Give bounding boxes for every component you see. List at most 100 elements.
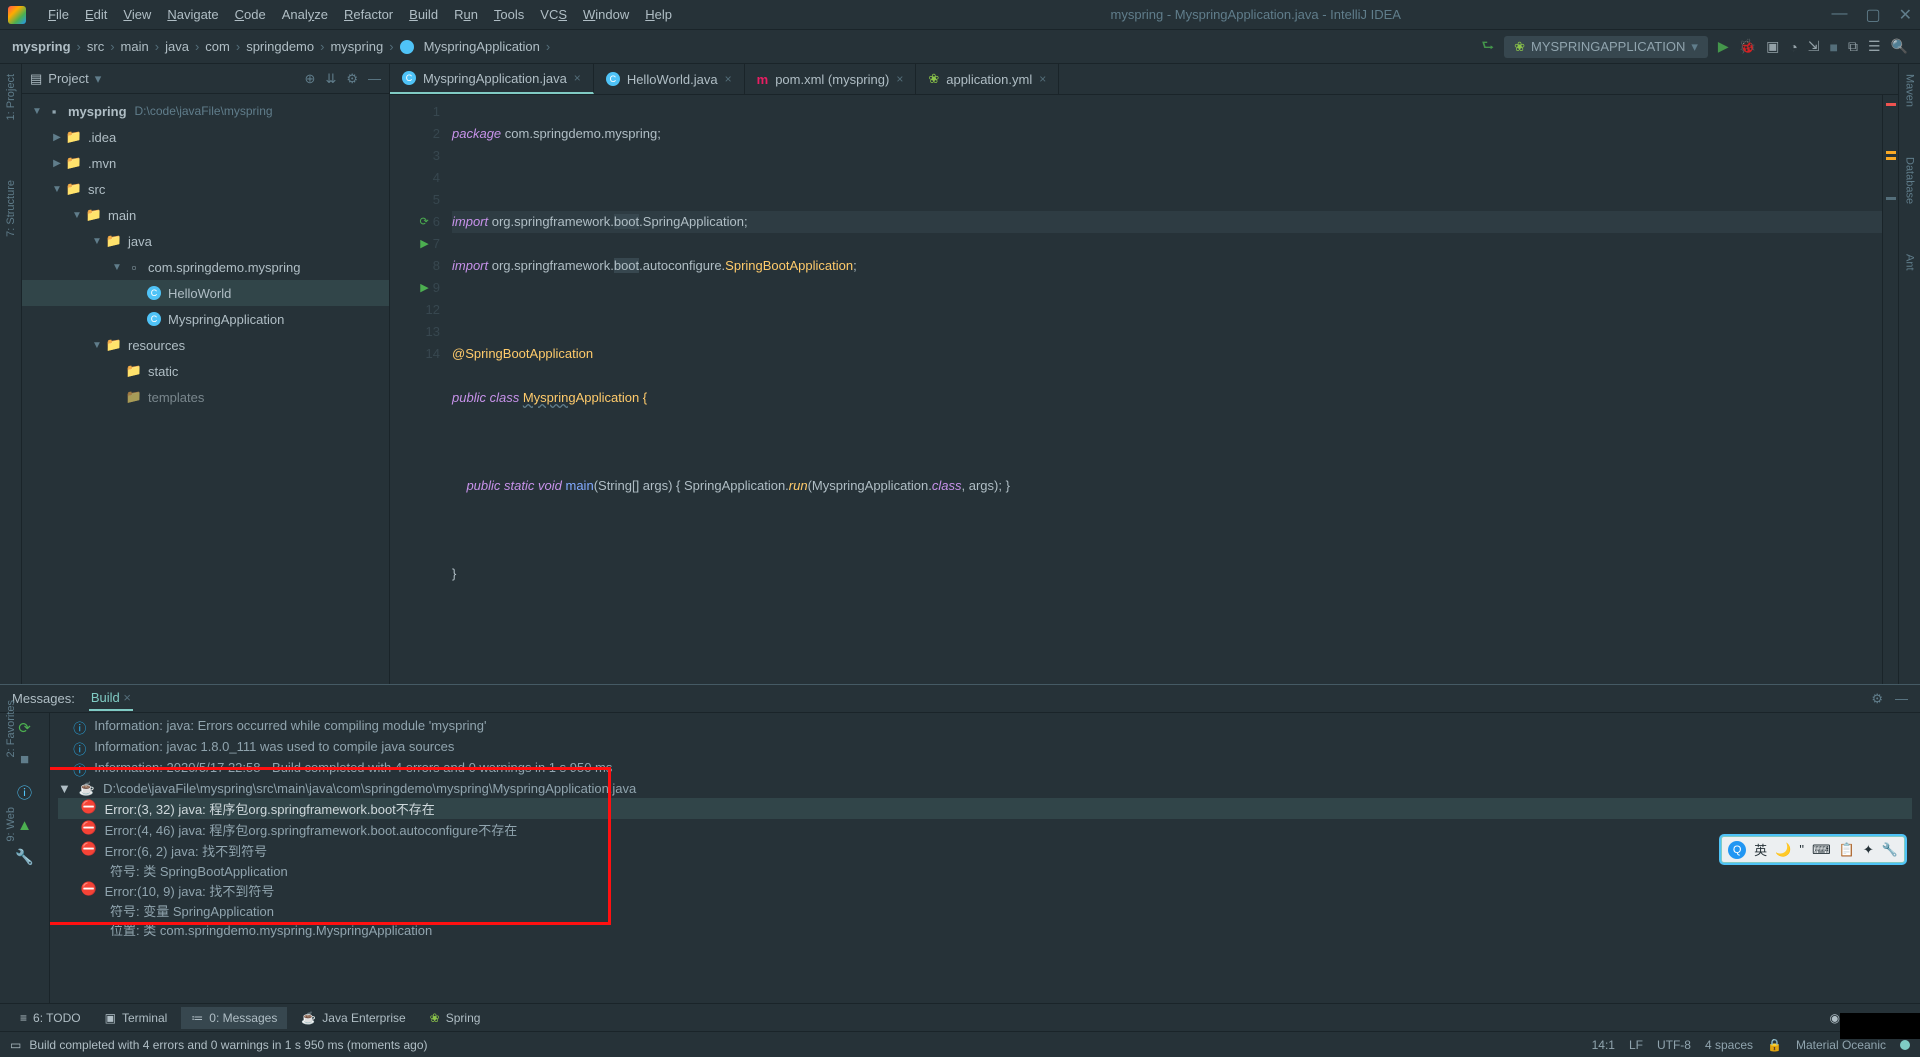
rail-maven[interactable]: Maven: [1904, 74, 1916, 107]
class-icon: C: [606, 72, 620, 86]
project-view-select[interactable]: ▤ Project ▾: [30, 71, 101, 87]
menu-file[interactable]: File: [40, 3, 77, 26]
messages-tab-build[interactable]: Build ×: [89, 686, 133, 711]
run-icon[interactable]: ▶: [1718, 38, 1729, 55]
tree-main[interactable]: ▼📁 main: [22, 202, 389, 228]
minimize-panel-icon[interactable]: —: [1895, 691, 1908, 707]
tree-helloworld[interactable]: C HelloWorld: [22, 280, 389, 306]
menu-analyze[interactable]: Analyze: [274, 3, 336, 26]
ime-punct-icon[interactable]: ": [1799, 842, 1804, 857]
tree-idea[interactable]: ▶📁 .idea: [22, 124, 389, 150]
ime-moon-icon[interactable]: 🌙: [1775, 842, 1791, 858]
menu-refactor[interactable]: Refactor: [336, 3, 401, 26]
menu-help[interactable]: Help: [637, 3, 680, 26]
structure-icon[interactable]: ☰: [1868, 38, 1881, 55]
indent-size[interactable]: 4 spaces: [1705, 1038, 1753, 1052]
status-panel-icon[interactable]: ▭: [10, 1038, 21, 1052]
coverage-icon[interactable]: ▣: [1766, 38, 1779, 55]
code-editor[interactable]: 1 2 3 4 5 ⟳6 ▶7 8 ▶9 12 13 14 package co…: [390, 95, 1898, 684]
rail-ant[interactable]: Ant: [1904, 254, 1916, 271]
bottom-java-enterprise[interactable]: ☕ Java Enterprise: [291, 1007, 415, 1029]
rail-structure[interactable]: 7: Structure: [5, 180, 17, 237]
tree-java[interactable]: ▼📁 java: [22, 228, 389, 254]
tree-resources[interactable]: ▼📁 resources: [22, 332, 389, 358]
bottom-messages[interactable]: ≔ 0: Messages: [181, 1007, 287, 1029]
close-icon[interactable]: ✕: [1899, 5, 1912, 25]
git-icon[interactable]: ⧉: [1848, 38, 1858, 55]
debug-icon[interactable]: 🐞: [1739, 38, 1756, 55]
navbar: myspring› src› main› java› com› springde…: [0, 30, 1920, 64]
bottom-spring[interactable]: ❀ Spring: [420, 1007, 491, 1029]
run-config-select[interactable]: ❀ MYSPRINGAPPLICATION ▾: [1504, 36, 1708, 58]
tree-appclass[interactable]: C MyspringApplication: [22, 306, 389, 332]
build-icon[interactable]: ⮑: [1481, 35, 1494, 59]
code-content[interactable]: package com.springdemo.myspring; import …: [448, 95, 1882, 684]
gear-icon[interactable]: ⚙: [1871, 691, 1883, 707]
tab-close-icon[interactable]: ×: [896, 72, 903, 86]
tree-templates[interactable]: 📁 templates: [22, 384, 389, 410]
tool-icon[interactable]: 🔧: [15, 848, 34, 866]
bc-src[interactable]: src: [87, 39, 104, 54]
bc-pkg[interactable]: myspring: [330, 39, 383, 54]
tree-mvn[interactable]: ▶📁 .mvn: [22, 150, 389, 176]
run-gutter-icon[interactable]: ▶: [420, 277, 428, 299]
rail-database[interactable]: Database: [1904, 157, 1916, 204]
ime-skin-icon[interactable]: ✦: [1863, 842, 1874, 858]
run-gutter-icon[interactable]: ⟳: [420, 211, 429, 233]
rail-web[interactable]: 9: Web: [5, 807, 17, 842]
menu-edit[interactable]: Edit: [77, 3, 115, 26]
ime-language[interactable]: 英: [1754, 840, 1767, 859]
stop-icon[interactable]: ■: [1830, 39, 1838, 55]
tab-close-icon[interactable]: ×: [725, 72, 732, 86]
target-icon[interactable]: ⊕: [305, 71, 316, 87]
tree-src[interactable]: ▼📁 src: [22, 176, 389, 202]
bc-springdemo[interactable]: springdemo: [246, 39, 314, 54]
line-separator[interactable]: LF: [1629, 1038, 1643, 1052]
bc-com[interactable]: com: [205, 39, 230, 54]
theme-name[interactable]: Material Oceanic: [1796, 1038, 1886, 1052]
tab-close-icon[interactable]: ×: [574, 71, 581, 85]
editor-error-stripe[interactable]: [1882, 95, 1898, 684]
menu-vcs[interactable]: VCS: [532, 3, 575, 26]
collapse-icon[interactable]: ⇊: [325, 71, 336, 87]
tab-myspring-app[interactable]: C MyspringApplication.java ×: [390, 64, 594, 94]
attach-icon[interactable]: ⇲: [1808, 38, 1820, 55]
menu-view[interactable]: View: [115, 3, 159, 26]
menu-run[interactable]: Run: [446, 3, 486, 26]
bc-myspring[interactable]: myspring: [12, 39, 71, 54]
menu-navigate[interactable]: Navigate: [159, 3, 226, 26]
bottom-todo[interactable]: ≡ 6: TODO: [10, 1007, 91, 1029]
lock-icon[interactable]: 🔒: [1767, 1038, 1782, 1052]
rail-favorites[interactable]: 2: Favorites: [5, 700, 17, 757]
ime-clipboard-icon[interactable]: 📋: [1839, 842, 1855, 858]
menu-window[interactable]: Window: [575, 3, 637, 26]
gear-icon[interactable]: ⚙: [346, 71, 358, 87]
tree-static[interactable]: 📁 static: [22, 358, 389, 384]
tab-pom[interactable]: m pom.xml (myspring) ×: [745, 64, 917, 94]
tree-package[interactable]: ▼▫ com.springdemo.myspring: [22, 254, 389, 280]
messages-content[interactable]: ⓘInformation: java: Errors occurred whil…: [50, 713, 1920, 1003]
maximize-icon[interactable]: ▢: [1865, 5, 1880, 25]
minimize-panel-icon[interactable]: —: [368, 71, 381, 87]
minimize-icon[interactable]: —: [1831, 5, 1847, 25]
tab-close-icon[interactable]: ×: [1039, 72, 1046, 86]
cursor-position[interactable]: 14:1: [1592, 1038, 1615, 1052]
profile-icon[interactable]: ◔: [1789, 39, 1797, 55]
ime-settings-icon[interactable]: 🔧: [1882, 842, 1898, 858]
tree-root[interactable]: ▼▪ myspring D:\code\javaFile\myspring: [22, 98, 389, 124]
run-gutter-icon[interactable]: ▶: [420, 233, 428, 255]
tab-helloworld[interactable]: C HelloWorld.java ×: [594, 64, 745, 94]
bc-java[interactable]: java: [165, 39, 189, 54]
menu-build[interactable]: Build: [401, 3, 446, 26]
bc-main[interactable]: main: [121, 39, 149, 54]
search-icon[interactable]: 🔍: [1891, 38, 1908, 55]
ime-toolbar[interactable]: Q 英 🌙 " ⌨ 📋 ✦ 🔧: [1721, 836, 1905, 863]
bc-class[interactable]: MyspringApplication: [424, 39, 540, 54]
rail-project[interactable]: 1: Project: [5, 74, 17, 120]
ime-keyboard-icon[interactable]: ⌨: [1812, 842, 1831, 858]
tab-appyml[interactable]: ❀ application.yml ×: [916, 64, 1059, 94]
menu-tools[interactable]: Tools: [486, 3, 532, 26]
bottom-terminal[interactable]: ▣ Terminal: [95, 1007, 178, 1029]
file-encoding[interactable]: UTF-8: [1657, 1038, 1691, 1052]
menu-code[interactable]: Code: [227, 3, 274, 26]
